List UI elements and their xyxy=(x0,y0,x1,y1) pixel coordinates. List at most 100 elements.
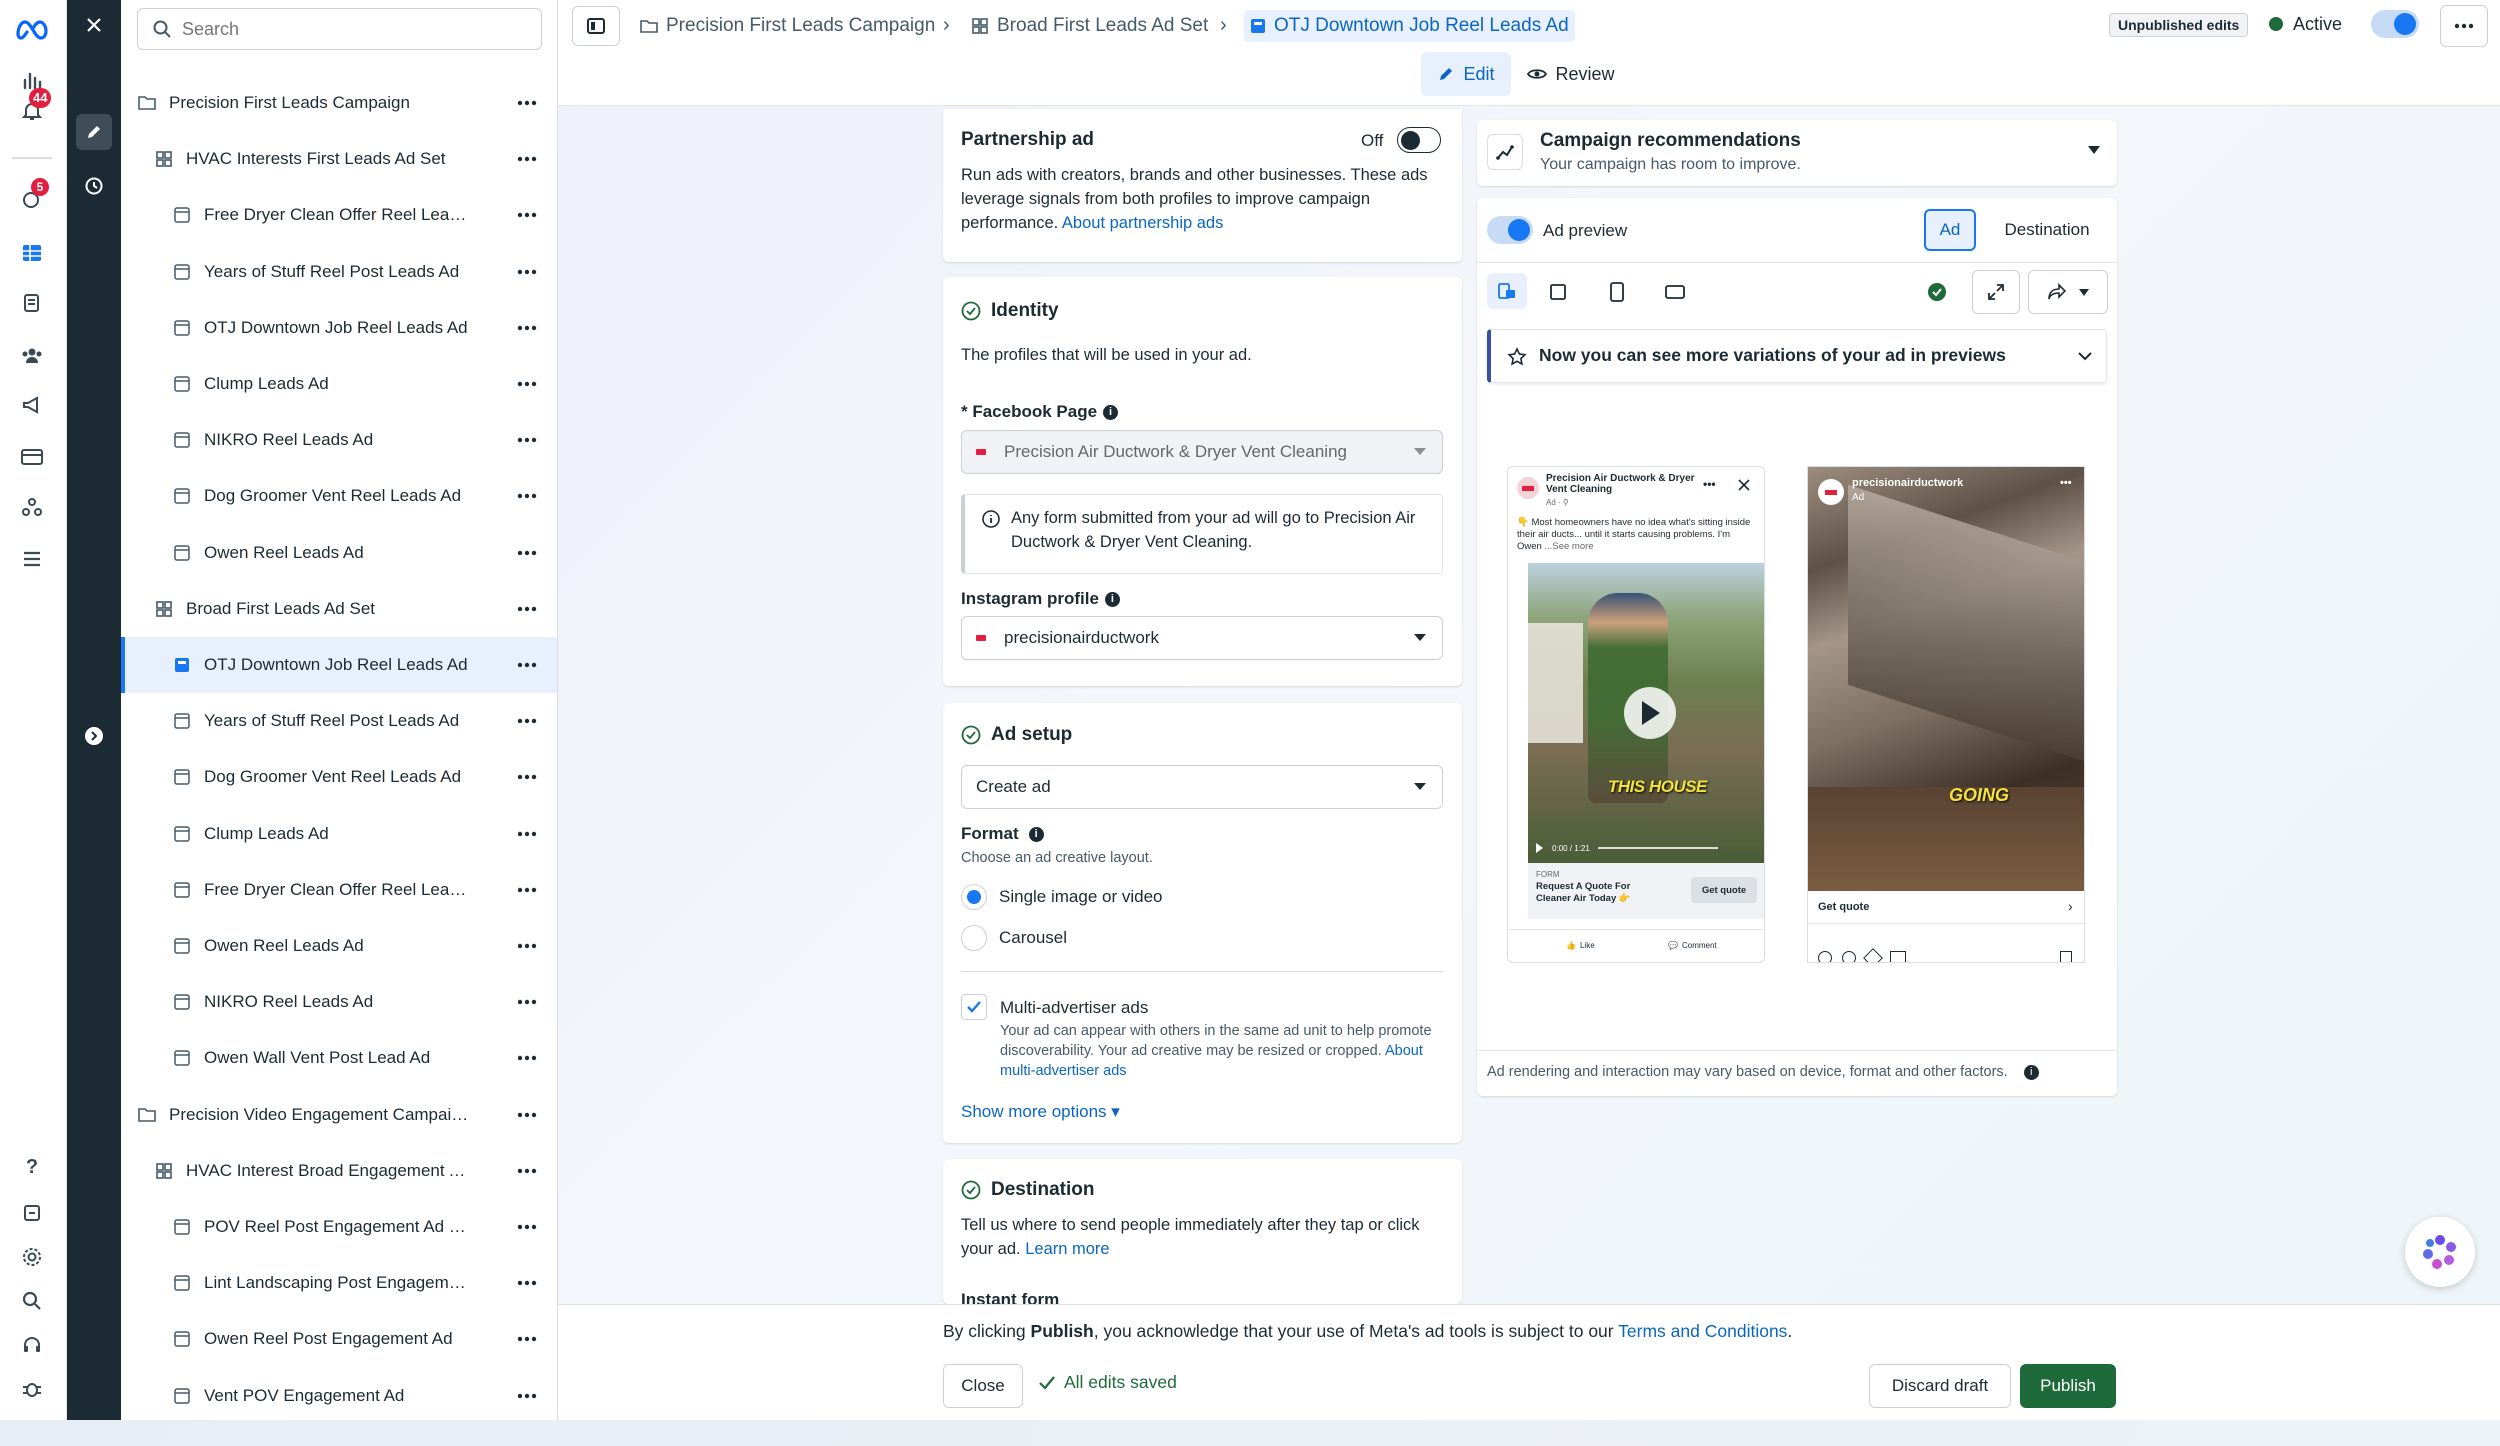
publish-button[interactable]: Publish xyxy=(2020,1364,2116,1408)
terms-link[interactable]: Terms and Conditions xyxy=(1618,1321,1787,1341)
edit-pencil-icon[interactable] xyxy=(76,114,112,150)
more-horizontal-icon[interactable] xyxy=(514,1384,540,1408)
tree-item-ad[interactable]: Owen Reel Post Engagement Ad xyxy=(121,1311,557,1367)
more-options-button[interactable] xyxy=(2440,5,2488,47)
meta-logo-icon[interactable] xyxy=(13,14,53,44)
placement-landscape-icon[interactable] xyxy=(1665,284,1685,300)
menu-icon[interactable] xyxy=(17,544,47,574)
breadcrumb-adset[interactable]: Broad First Leads Ad Set xyxy=(971,10,1208,42)
more-horizontal-icon[interactable] xyxy=(514,709,540,733)
more-horizontal-icon[interactable] xyxy=(514,203,540,227)
more-horizontal-icon[interactable] xyxy=(514,1327,540,1351)
tree-item-ad[interactable]: Lint Landscaping Post Engageme... xyxy=(121,1255,557,1311)
tree-item-ad[interactable]: Dog Groomer Vent Reel Leads Ad xyxy=(121,468,557,524)
more-horizontal-icon[interactable] xyxy=(514,765,540,789)
breadcrumb-campaign[interactable]: Precision First Leads Campaign xyxy=(640,10,935,42)
placement-feed-icon[interactable] xyxy=(1549,283,1567,301)
more-horizontal-icon[interactable] xyxy=(514,91,540,115)
tree-item-ad[interactable]: Years of Stuff Reel Post Leads Ad xyxy=(121,693,557,749)
more-horizontal-icon[interactable] xyxy=(514,1046,540,1070)
tree-item-ad[interactable]: Years of Stuff Reel Post Leads Ad xyxy=(121,244,557,300)
option-single-image[interactable]: Single image or video xyxy=(961,884,1162,910)
tree-item-ad[interactable]: OTJ Downtown Job Reel Leads Ad xyxy=(121,637,557,693)
more-horizontal-icon[interactable] xyxy=(514,934,540,958)
tree-item-ad[interactable]: Dog Groomer Vent Reel Leads Ad xyxy=(121,749,557,805)
tab-edit[interactable]: Edit xyxy=(1421,52,1511,96)
history-clock-icon[interactable] xyxy=(76,168,112,204)
option-carousel[interactable]: Carousel xyxy=(961,925,1067,951)
help-icon[interactable]: ? xyxy=(17,1152,47,1182)
documents-icon[interactable] xyxy=(17,288,47,318)
tab-destination-preview[interactable]: Destination xyxy=(1989,209,2105,251)
more-horizontal-icon[interactable] xyxy=(514,878,540,902)
more-horizontal-icon[interactable] xyxy=(514,316,540,340)
close-button[interactable]: Close xyxy=(943,1364,1023,1408)
ads-manager-table-icon[interactable] xyxy=(17,238,47,268)
show-more-options-link[interactable]: Show more options ▾ xyxy=(961,1102,1120,1122)
campaigns-megaphone-icon[interactable] xyxy=(17,390,47,420)
toggle-panel-button[interactable] xyxy=(572,6,620,46)
learn-more-link[interactable]: Learn more xyxy=(1025,1240,1109,1258)
search-box[interactable] xyxy=(137,8,542,50)
tree-item-ad[interactable]: Owen Reel Leads Ad xyxy=(121,525,557,581)
tree-item-ad[interactable]: NIKRO Reel Leads Ad xyxy=(121,974,557,1030)
tab-ad-preview[interactable]: Ad xyxy=(1924,209,1976,251)
multi-advertiser-checkbox[interactable] xyxy=(961,994,987,1020)
more-horizontal-icon[interactable] xyxy=(514,597,540,621)
caret-down-icon[interactable] xyxy=(2088,146,2100,160)
tree-item-ad[interactable]: NIKRO Reel Leads Ad xyxy=(121,412,557,468)
search-icon[interactable] xyxy=(17,1286,47,1316)
instagram-profile-select[interactable]: precisionairductwork xyxy=(961,616,1443,660)
tree-item-ad[interactable]: Free Dryer Clean Offer Reel Leads ... xyxy=(121,862,557,918)
more-horizontal-icon[interactable] xyxy=(514,147,540,171)
create-ad-select[interactable]: Create ad xyxy=(961,765,1443,809)
notifications-icon[interactable]: 44 xyxy=(17,88,52,126)
partnership-link[interactable]: About partnership ads xyxy=(1062,214,1223,232)
more-horizontal-icon[interactable] xyxy=(514,822,540,846)
alerts-icon[interactable]: 5 xyxy=(17,178,49,214)
tree-item-ad[interactable]: Clump Leads Ad xyxy=(121,806,557,862)
tree-item-campaign[interactable]: Precision First Leads Campaign xyxy=(121,75,557,131)
tree-item-ad[interactable]: OTJ Downtown Job Reel Leads Ad xyxy=(121,300,557,356)
tree-item-ad[interactable]: POV Reel Post Engagement Ad - ... xyxy=(121,1199,557,1255)
business-network-icon[interactable] xyxy=(17,492,47,522)
tree-item-ad[interactable]: Free Dryer Clean Offer Reel Leads ... xyxy=(121,187,557,243)
more-horizontal-icon[interactable] xyxy=(514,1215,540,1239)
expand-preview-button[interactable] xyxy=(1972,270,2020,314)
recommendations-card[interactable]: Campaign recommendations Your campaign h… xyxy=(1477,120,2117,186)
more-horizontal-icon[interactable] xyxy=(514,484,540,508)
more-horizontal-icon[interactable] xyxy=(514,541,540,565)
more-horizontal-icon[interactable] xyxy=(514,653,540,677)
bug-report-icon[interactable] xyxy=(17,1374,47,1404)
discard-draft-button[interactable]: Discard draft xyxy=(1869,1364,2011,1408)
support-headset-icon[interactable] xyxy=(17,1330,47,1360)
tree-item-adset[interactable]: Broad First Leads Ad Set xyxy=(121,581,557,637)
share-preview-button[interactable] xyxy=(2028,270,2108,314)
variations-banner[interactable]: Now you can see more variations of your … xyxy=(1487,329,2107,383)
ai-assistant-button[interactable] xyxy=(2405,1217,2475,1287)
close-icon[interactable] xyxy=(76,7,112,43)
more-horizontal-icon[interactable] xyxy=(514,428,540,452)
tab-review[interactable]: Review xyxy=(1521,52,1621,96)
radio-unselected[interactable] xyxy=(961,925,987,951)
search-input[interactable] xyxy=(182,18,522,40)
tree-item-adset[interactable]: HVAC Interests First Leads Ad Set xyxy=(121,131,557,187)
more-horizontal-icon[interactable] xyxy=(514,990,540,1014)
ad-preview-toggle[interactable] xyxy=(1487,216,1533,244)
more-horizontal-icon[interactable] xyxy=(514,1159,540,1183)
expand-panel-icon[interactable] xyxy=(76,718,112,754)
tree-item-ad[interactable]: Vent POV Engagement Ad xyxy=(121,1368,557,1420)
tree-item-ad[interactable]: Clump Leads Ad xyxy=(121,356,557,412)
more-horizontal-icon[interactable] xyxy=(514,1271,540,1295)
tree-item-ad[interactable]: Owen Wall Vent Post Lead Ad xyxy=(121,1030,557,1086)
more-horizontal-icon[interactable] xyxy=(514,372,540,396)
radio-selected[interactable] xyxy=(961,884,987,910)
more-horizontal-icon[interactable] xyxy=(514,1103,540,1127)
facebook-page-select[interactable]: Precision Air Ductwork & Dryer Vent Clea… xyxy=(961,430,1443,474)
billing-card-icon[interactable] xyxy=(17,442,47,472)
more-horizontal-icon[interactable] xyxy=(514,260,540,284)
audiences-icon[interactable] xyxy=(17,340,47,370)
tree-item-adset[interactable]: HVAC Interest Broad Engagement A... xyxy=(121,1143,557,1199)
active-toggle[interactable] xyxy=(2371,10,2419,38)
placement-auto-icon[interactable] xyxy=(1487,273,1527,309)
